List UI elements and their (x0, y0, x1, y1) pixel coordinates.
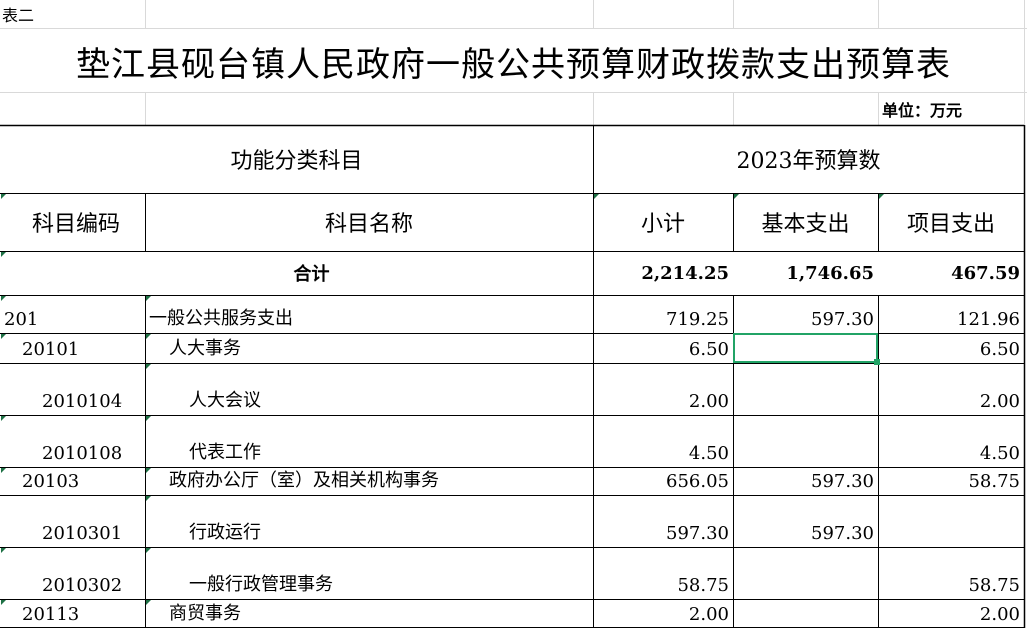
row-basic-cell[interactable]: 597.30 (733, 495, 878, 547)
row-code-cell[interactable]: 2010104 (0, 363, 145, 415)
row-name-cell[interactable]: 行政运行 (145, 495, 593, 547)
cell-indicator-icon (1, 296, 6, 301)
header-func-category[interactable]: 功能分类科目 (0, 125, 593, 193)
cell-indicator-icon (146, 416, 151, 421)
row-code-cell[interactable]: 2010301 (0, 495, 145, 547)
row-project-cell[interactable]: 4.50 (878, 415, 1024, 467)
cell-indicator-icon (1, 334, 6, 339)
header-budget-year[interactable]: 2023年预算数 (593, 125, 1024, 193)
row-code-cell[interactable]: 20103 (0, 467, 145, 495)
cell-indicator-icon (879, 194, 884, 199)
row-project-cell[interactable]: 121.96 (878, 295, 1024, 333)
cell-indicator-icon (734, 194, 739, 199)
row-code-cell[interactable]: 20113 (0, 599, 145, 628)
cell-indicator-icon (1, 252, 6, 257)
row-subtotal-cell[interactable]: 656.05 (593, 467, 733, 495)
total-basic[interactable]: 1,746.65 (733, 251, 878, 295)
row-name-cell[interactable]: 一般公共服务支出 (145, 295, 593, 333)
row-project-cell[interactable]: 6.50 (878, 333, 1024, 363)
row-code-cell[interactable]: 20101 (0, 333, 145, 363)
cell-indicator-icon (1, 548, 6, 553)
row-code-cell[interactable]: 2010108 (0, 415, 145, 467)
row-project-cell[interactable]: 58.75 (878, 467, 1024, 495)
row-subtotal-cell[interactable]: 2.00 (593, 363, 733, 415)
header-name[interactable]: 科目名称 (145, 193, 593, 251)
row-name-cell[interactable]: 商贸事务 (145, 599, 593, 628)
row-name-cell[interactable]: 人大会议 (145, 363, 593, 415)
total-subtotal[interactable]: 2,214.25 (593, 251, 733, 295)
row-name-cell[interactable]: 一般行政管理事务 (145, 547, 593, 599)
cell-indicator-icon (146, 334, 151, 339)
row-project-cell[interactable]: 58.75 (878, 547, 1024, 599)
spreadsheet: 表二 垫江县砚台镇人民政府一般公共预算财政拨款支出预算表 单位：万元 功能分类科… (0, 0, 1027, 628)
row-basic-cell[interactable] (733, 363, 878, 415)
row-subtotal-cell[interactable]: 6.50 (593, 333, 733, 363)
cell-indicator-icon (146, 548, 151, 553)
cell-indicator-icon (146, 364, 151, 369)
header-subtotal[interactable]: 小计 (593, 193, 733, 251)
row-name-cell[interactable]: 人大事务 (145, 333, 593, 363)
cell-indicator-icon (1, 600, 6, 605)
cell-indicator-icon (146, 496, 151, 501)
total-project[interactable]: 467.59 (878, 251, 1024, 295)
row-project-cell[interactable]: 2.00 (878, 599, 1024, 628)
active-cell-selection[interactable] (733, 333, 878, 363)
row-basic-cell[interactable] (733, 599, 878, 628)
cell-indicator-icon (146, 296, 151, 301)
row-code-cell[interactable]: 201 (0, 295, 145, 333)
total-label[interactable]: 合计 (0, 251, 593, 295)
row-subtotal-cell[interactable]: 597.30 (593, 495, 733, 547)
cell-indicator-icon (594, 194, 599, 199)
row-code-cell[interactable]: 2010302 (0, 547, 145, 599)
header-code[interactable]: 科目编码 (0, 193, 145, 251)
cell-indicator-icon (1, 468, 6, 473)
header-basic[interactable]: 基本支出 (733, 193, 878, 251)
row-name-cell[interactable]: 代表工作 (145, 415, 593, 467)
cell-indicator-icon (146, 600, 151, 605)
row-basic-cell[interactable] (733, 415, 878, 467)
row-basic-cell[interactable]: 597.30 (733, 295, 878, 333)
row-name-cell[interactable]: 政府办公厅（室）及相关机构事务 (145, 467, 593, 495)
row-project-cell[interactable] (878, 495, 1024, 547)
row-basic-cell[interactable]: 597.30 (733, 467, 878, 495)
cell-indicator-icon (1, 416, 6, 421)
fill-handle[interactable] (874, 359, 880, 365)
cell-indicator-icon (146, 468, 151, 473)
row-project-cell[interactable]: 2.00 (878, 363, 1024, 415)
row-subtotal-cell[interactable]: 58.75 (593, 547, 733, 599)
row-subtotal-cell[interactable]: 2.00 (593, 599, 733, 628)
row-subtotal-cell[interactable]: 719.25 (593, 295, 733, 333)
row-subtotal-cell[interactable]: 4.50 (593, 415, 733, 467)
row-basic-cell[interactable] (733, 547, 878, 599)
cell-indicator-icon (1, 194, 6, 199)
header-project[interactable]: 项目支出 (878, 193, 1024, 251)
